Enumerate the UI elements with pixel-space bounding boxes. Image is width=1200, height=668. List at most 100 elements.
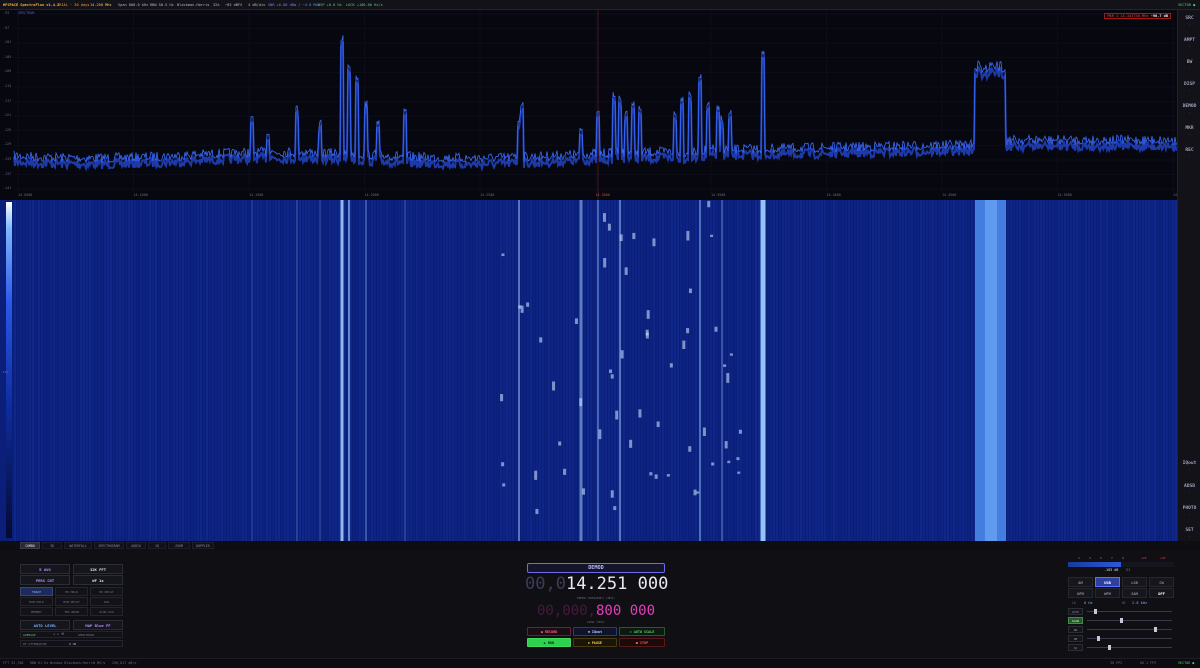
slider-toggle[interactable]: AUTO — [1068, 608, 1083, 615]
panel-button-set[interactable]: SET ⌄ — [1178, 524, 1200, 542]
waterfall-column — [1076, 200, 1078, 541]
waterfall-column — [452, 200, 454, 541]
waterfall-column — [821, 200, 823, 541]
trace-mode-trace[interactable]: TRACE — [20, 587, 53, 596]
mode-nfm[interactable]: NFM — [1068, 588, 1093, 598]
mode-off[interactable]: OFF — [1149, 588, 1174, 598]
center-frequency-readout: 14.250 MHz — [90, 3, 112, 7]
trace-mode-ths-neon[interactable]: THS NEON — [55, 607, 88, 616]
slider-auto[interactable]: AUTO — [1068, 608, 1174, 615]
slider-toggle[interactable]: NR — [1068, 626, 1083, 633]
bw-lo-value[interactable]: 0 Hz — [1084, 601, 1093, 605]
waterfall-column — [551, 200, 553, 541]
slider-nr[interactable]: NR — [1068, 626, 1174, 633]
tab-waterfall[interactable]: WATERFALL — [64, 542, 92, 549]
waterfall-column — [647, 200, 649, 541]
waterfall-column — [308, 200, 310, 541]
trace-mode-min-decay[interactable]: MIN DECAY — [55, 597, 88, 606]
slider-knob[interactable] — [1154, 627, 1158, 632]
run-button[interactable]: ▶ RUN — [527, 638, 571, 647]
iqout-button[interactable]: ⊕ IQout — [573, 627, 617, 636]
slider-knob[interactable] — [1093, 609, 1097, 614]
slider-knob[interactable] — [1107, 645, 1111, 650]
slider-toggle[interactable]: SLOW — [1068, 617, 1083, 624]
tab-3d[interactable]: 3D — [42, 542, 62, 549]
record-button[interactable]: ● RECORD — [527, 627, 571, 636]
waterfall-speed-button[interactable]: WF 1x — [73, 575, 123, 585]
waterfall-display[interactable] — [0, 200, 1177, 541]
slider-track[interactable] — [1087, 611, 1172, 612]
slider-sq[interactable]: SQ — [1068, 644, 1174, 651]
waterfall-column — [458, 200, 460, 541]
demod-frequency-display[interactable]: 00,014.251 000 — [525, 574, 668, 594]
bw-hi-value[interactable]: 2.8 kHz — [1132, 601, 1147, 605]
x-axis-label: 14.3000 — [595, 193, 610, 197]
average-control[interactable]: AVERAGE ◂ ▸ ⟲ SMOOTHING — [20, 631, 123, 638]
panel-button-disp[interactable]: DISP ⌄ — [1178, 78, 1200, 96]
waterfall-canvas[interactable] — [0, 200, 1177, 541]
tab-doppler[interactable]: DOPPLER — [192, 542, 214, 549]
attenuator-control[interactable]: RF ATTENUATOR 0 dB — [20, 640, 123, 647]
mode-wfm[interactable]: WFM — [1095, 588, 1120, 598]
trace-mode-memory[interactable]: MEMORY — [20, 607, 53, 616]
trace-mode-slow-avg[interactable]: SLOW AVG — [90, 607, 123, 616]
palette-button[interactable]: MAP Blue FF — [73, 620, 123, 630]
pause-button[interactable]: ⏸ PAUSE — [573, 638, 617, 647]
y-axis-label: -129 — [3, 142, 12, 147]
trace-mode-avg[interactable]: AVG — [90, 597, 123, 606]
slider-track[interactable] — [1087, 629, 1172, 630]
stop-button[interactable]: ■ STOP — [619, 638, 665, 647]
persistence-button[interactable]: PERS CNT — [20, 575, 70, 585]
slider-slow[interactable]: SLOW — [1068, 617, 1174, 624]
panel-button-photo[interactable]: PHOTO ⌄ — [1178, 502, 1200, 520]
waterfall-column — [392, 200, 394, 541]
auto-level-button[interactable]: AUTO LEVEL — [20, 620, 70, 630]
demod-button[interactable]: DEMOD — [527, 563, 665, 573]
slider-knob[interactable] — [1096, 636, 1100, 641]
slider-toggle[interactable]: NB — [1068, 635, 1083, 642]
trace-mode-pk-hold[interactable]: PK HOLD — [55, 587, 88, 596]
slider-toggle[interactable]: SQ — [1068, 644, 1083, 651]
slider-nb[interactable]: NB — [1068, 635, 1174, 642]
average-stepper[interactable]: ◂ ▸ ⟲ — [53, 632, 64, 636]
window-readout: Blackman-Harris — [177, 3, 210, 7]
spectrum-canvas[interactable] — [0, 10, 1177, 200]
mode-cw[interactable]: CW — [1149, 577, 1174, 587]
mode-am[interactable]: AM — [1068, 577, 1093, 587]
slider-knob[interactable] — [1119, 618, 1123, 623]
waterfall-column — [1124, 200, 1126, 541]
auto-scale-button[interactable]: ⇕ AUTO SCALE — [619, 627, 665, 636]
trace-mode-pk-decay[interactable]: PK DECAY — [90, 587, 123, 596]
waterfall-column — [89, 200, 91, 541]
mode-sam[interactable]: SAM — [1122, 588, 1147, 598]
panel-button-bw[interactable]: BW ⌄ — [1178, 56, 1200, 74]
spectrum-plot[interactable]: SPECTRUM -93 -97 -101 -105 -109 -113 -117 -121 -… — [0, 10, 1177, 200]
waterfall-burst — [645, 332, 649, 339]
tab-spectrogram[interactable]: SPECTROGRAM — [94, 542, 124, 549]
waterfall-column — [71, 200, 73, 541]
slider-track[interactable] — [1087, 647, 1172, 648]
mode-lsb[interactable]: LSB — [1122, 577, 1147, 587]
s-meter-tick: 3 — [1089, 556, 1091, 560]
average-button[interactable]: ≡ AVG — [20, 564, 70, 574]
slider-track[interactable] — [1087, 620, 1172, 621]
panel-button-rec[interactable]: REC ⌄ — [1178, 144, 1200, 162]
tab-audio[interactable]: AUDIO — [126, 542, 146, 549]
panel-button-demod[interactable]: DEMOD ⌄ — [1178, 100, 1200, 118]
mode-usb[interactable]: USB — [1095, 577, 1120, 587]
tab-combo[interactable]: COMBO — [20, 542, 40, 549]
span-display[interactable]: 00,000,800 000 — [525, 602, 667, 620]
fft-size-button[interactable]: 32K FFT — [73, 564, 123, 574]
panel-button-ampt[interactable]: AMPT ⌄ — [1178, 34, 1200, 52]
waterfall-column — [374, 200, 376, 541]
tab-iq[interactable]: IQ — [148, 542, 166, 549]
panel-button-adsb[interactable]: ADSB ⌄ — [1178, 480, 1200, 498]
panel-button-mkr[interactable]: MKR ⌄ — [1178, 122, 1200, 140]
panel-button-src[interactable]: SRC ⌄ — [1178, 12, 1200, 30]
marker-readout[interactable]: MKR 1 14.343750 MHz -96.7 dB — [1104, 13, 1171, 19]
panel-button-iqout[interactable]: IQout ⌄ — [1178, 457, 1200, 475]
trace-mode-min-hold[interactable]: MIN HOLD — [20, 597, 53, 606]
waterfall-column — [275, 200, 277, 541]
tab-zoom[interactable]: ZOOM — [168, 542, 190, 549]
waterfall-column — [125, 200, 127, 541]
